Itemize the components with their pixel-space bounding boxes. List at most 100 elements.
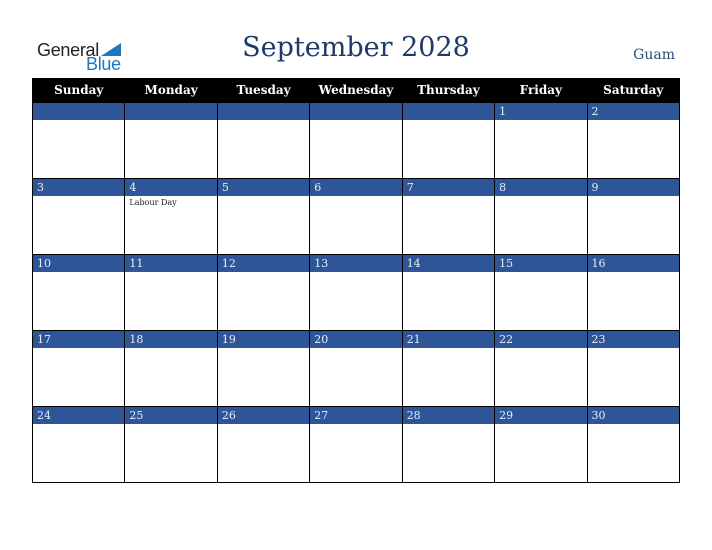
holiday-label bbox=[495, 348, 586, 350]
holiday-label bbox=[588, 272, 679, 274]
holiday-label bbox=[125, 120, 216, 122]
day-cell[interactable]: 12 bbox=[216, 254, 311, 331]
week-row: 12 bbox=[31, 102, 681, 179]
day-cell[interactable]: 5 bbox=[216, 178, 311, 255]
day-cell[interactable]: 15 bbox=[494, 254, 588, 331]
day-number: 1 bbox=[495, 103, 587, 120]
day-cell[interactable] bbox=[216, 102, 311, 179]
day-number: 16 bbox=[587, 255, 679, 272]
day-cell[interactable] bbox=[124, 102, 218, 179]
holiday-label bbox=[310, 348, 401, 350]
day-cell[interactable]: 8 bbox=[494, 178, 588, 255]
day-cell[interactable]: 16 bbox=[586, 254, 681, 331]
day-cell[interactable]: 17 bbox=[31, 330, 126, 407]
holiday-label bbox=[125, 272, 216, 274]
day-number bbox=[402, 103, 495, 120]
day-cell[interactable]: 25 bbox=[124, 406, 218, 483]
day-cell[interactable]: 21 bbox=[401, 330, 496, 407]
holiday-label bbox=[403, 196, 494, 198]
day-cell[interactable]: 18 bbox=[124, 330, 218, 407]
day-cell[interactable]: 3 bbox=[31, 178, 126, 255]
day-cell[interactable]: 22 bbox=[494, 330, 588, 407]
holiday-label bbox=[310, 120, 401, 122]
day-cell[interactable]: 24 bbox=[31, 406, 126, 483]
day-number: 11 bbox=[125, 255, 217, 272]
day-number bbox=[217, 103, 310, 120]
weekday-header: Saturday bbox=[586, 78, 681, 103]
day-cell[interactable]: 20 bbox=[309, 330, 403, 407]
day-number: 22 bbox=[495, 331, 587, 348]
day-number: 28 bbox=[402, 407, 495, 424]
holiday-label bbox=[125, 348, 216, 350]
day-number: 6 bbox=[310, 179, 402, 196]
day-number: 10 bbox=[33, 255, 125, 272]
day-number bbox=[310, 103, 402, 120]
holiday-label bbox=[310, 272, 401, 274]
holiday-label bbox=[588, 348, 679, 350]
holiday-label bbox=[218, 196, 309, 198]
day-cell[interactable]: 26 bbox=[216, 406, 311, 483]
day-number bbox=[33, 103, 125, 120]
day-cell[interactable]: 11 bbox=[124, 254, 218, 331]
weekday-header-row: Sunday Monday Tuesday Wednesday Thursday… bbox=[31, 78, 681, 103]
holiday-label bbox=[218, 348, 309, 350]
day-number: 29 bbox=[495, 407, 587, 424]
holiday-label bbox=[33, 424, 124, 426]
holiday-label bbox=[588, 196, 679, 198]
day-number: 13 bbox=[310, 255, 402, 272]
day-number: 15 bbox=[495, 255, 587, 272]
holiday-label bbox=[495, 424, 586, 426]
day-cell[interactable]: 6 bbox=[309, 178, 403, 255]
holiday-label bbox=[403, 120, 494, 122]
holiday-label bbox=[218, 120, 309, 122]
holiday-label bbox=[495, 120, 586, 122]
day-number: 26 bbox=[217, 407, 310, 424]
day-number: 7 bbox=[402, 179, 495, 196]
holiday-label bbox=[33, 120, 124, 122]
weekday-header: Monday bbox=[124, 78, 218, 103]
holiday-label bbox=[403, 348, 494, 350]
day-number: 24 bbox=[33, 407, 125, 424]
day-number: 27 bbox=[310, 407, 402, 424]
week-row: 3 4 Labour Day 5 6 7 8 9 bbox=[31, 178, 681, 255]
holiday-label bbox=[33, 272, 124, 274]
calendar-title: September 2028 bbox=[242, 32, 470, 63]
weekday-header: Thursday bbox=[401, 78, 496, 103]
weekday-header: Friday bbox=[494, 78, 588, 103]
holiday-label bbox=[588, 120, 679, 122]
holiday-label: Labour Day bbox=[129, 198, 177, 207]
holiday-label bbox=[33, 196, 124, 198]
holiday-label bbox=[588, 424, 679, 426]
day-cell[interactable]: 13 bbox=[309, 254, 403, 331]
day-cell[interactable]: 9 bbox=[586, 178, 681, 255]
day-cell[interactable]: 29 bbox=[494, 406, 588, 483]
holiday-label bbox=[403, 424, 494, 426]
day-cell[interactable]: 1 bbox=[494, 102, 588, 179]
calendar-grid: Sunday Monday Tuesday Wednesday Thursday… bbox=[31, 78, 681, 483]
day-cell[interactable] bbox=[309, 102, 403, 179]
day-cell[interactable] bbox=[401, 102, 496, 179]
day-cell[interactable] bbox=[31, 102, 126, 179]
day-number: 18 bbox=[125, 331, 217, 348]
day-number: 20 bbox=[310, 331, 402, 348]
day-cell[interactable]: 14 bbox=[401, 254, 496, 331]
day-number: 14 bbox=[402, 255, 495, 272]
day-cell[interactable]: 10 bbox=[31, 254, 126, 331]
weekday-header: Wednesday bbox=[309, 78, 403, 103]
day-cell[interactable]: 28 bbox=[401, 406, 496, 483]
day-number: 8 bbox=[495, 179, 587, 196]
day-cell[interactable]: 4 Labour Day bbox=[124, 178, 218, 255]
week-row: 17 18 19 20 21 22 23 bbox=[31, 330, 681, 407]
day-number: 30 bbox=[587, 407, 679, 424]
day-cell[interactable]: 30 bbox=[586, 406, 681, 483]
day-number: 25 bbox=[125, 407, 217, 424]
day-cell[interactable]: 27 bbox=[309, 406, 403, 483]
day-cell[interactable]: 23 bbox=[586, 330, 681, 407]
holiday-label bbox=[495, 196, 586, 198]
day-number: 2 bbox=[587, 103, 679, 120]
day-number: 12 bbox=[217, 255, 310, 272]
day-cell[interactable]: 2 bbox=[586, 102, 681, 179]
day-cell[interactable]: 7 bbox=[401, 178, 496, 255]
holiday-label bbox=[125, 424, 216, 426]
day-cell[interactable]: 19 bbox=[216, 330, 311, 407]
